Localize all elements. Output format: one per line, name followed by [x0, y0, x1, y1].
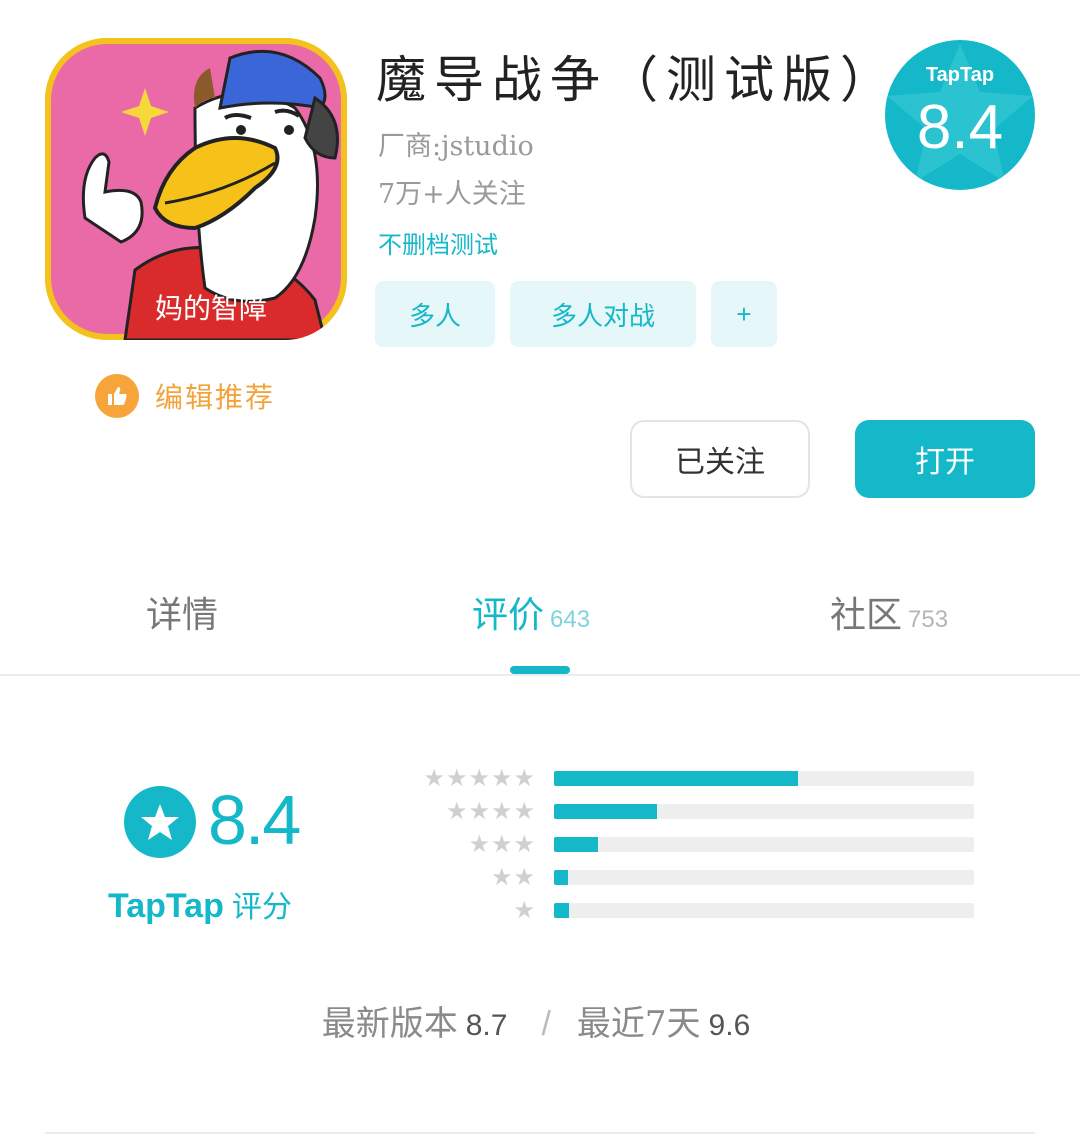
rating-row: ★★★★ — [400, 797, 980, 830]
followers-count: 7万+人关注 — [378, 179, 526, 210]
editor-pick-label: 编辑推荐 — [155, 381, 276, 414]
rating-row-stars: ★ — [513, 896, 536, 924]
rating-row-bar — [554, 771, 974, 786]
tag-more-button[interactable]: + — [711, 281, 777, 347]
rating-row: ★★★★★ — [400, 764, 980, 797]
rating-row-stars: ★★ — [490, 863, 536, 891]
score-separator: / — [541, 1005, 551, 1043]
tag-multiplayer-pvp[interactable]: 多人对战 — [510, 281, 696, 347]
rating-row: ★★ — [400, 863, 980, 896]
rating-row: ★★★ — [400, 830, 980, 863]
rating-row-bar — [554, 870, 974, 885]
rating-row-bar-fill — [554, 804, 657, 819]
tab-reviews-count: 643 — [550, 606, 591, 633]
rating-row-bar — [554, 837, 974, 852]
rating-row-bar — [554, 903, 974, 918]
recent-7-days-score: 9.6 — [708, 1009, 751, 1042]
test-status-link[interactable]: 不删档测试 — [378, 225, 498, 260]
goose-avatar-illustration: 妈的智障 — [45, 38, 347, 340]
tab-reviews[interactable]: 评价 643 — [472, 586, 590, 638]
tab-community-label: 社区 — [830, 595, 903, 636]
tag-multiplayer[interactable]: 多人 — [375, 281, 495, 347]
taptap-rating-badge: TapTap 8.4 — [885, 40, 1035, 190]
vendor-label[interactable]: 厂商:jstudio — [378, 124, 534, 163]
icon-caption: 妈的智障 — [155, 292, 267, 325]
rating-row-bar — [554, 804, 974, 819]
rating-row-stars: ★★★★★ — [423, 764, 536, 792]
rating-row-bar-fill — [554, 837, 599, 852]
rating-distribution: ★★★★★ ★★★★ ★★★ ★★ ★ — [400, 764, 980, 929]
tab-community-count: 753 — [908, 606, 949, 633]
rating-score: 8.4 — [208, 781, 301, 859]
open-button[interactable]: 打开 — [855, 420, 1035, 498]
recent-scores: 最新版本 8.7 / 最近7天 9.6 — [0, 996, 1080, 1045]
app-icon: 妈的智障 — [45, 38, 347, 340]
rating-row-stars: ★★★ — [468, 830, 536, 858]
thumbs-up-icon — [95, 374, 139, 418]
rating-star-icon — [124, 786, 196, 858]
badge-score: 8.4 — [916, 93, 1004, 162]
latest-version-label: 最新版本 — [321, 1004, 458, 1044]
recent-7-days-label: 最近7天 — [576, 1004, 701, 1044]
tab-details-label: 详情 — [146, 595, 219, 636]
rating-row-bar-fill — [554, 870, 568, 885]
app-title: 魔导战争（测试版） — [376, 51, 898, 109]
tab-reviews-label: 评价 — [472, 595, 545, 636]
rating-row: ★ — [400, 896, 980, 929]
active-tab-indicator — [510, 666, 570, 674]
tab-bar: 详情 评价 643 社区 753 — [0, 560, 1080, 676]
rating-brand-name: TapTap — [108, 887, 224, 925]
latest-version-score: 8.7 — [465, 1009, 508, 1042]
section-divider — [45, 1132, 1035, 1134]
editor-pick: 编辑推荐 — [95, 374, 275, 418]
tab-community[interactable]: 社区 753 — [830, 586, 948, 638]
followed-button[interactable]: 已关注 — [630, 420, 810, 498]
rating-brand: TapTap 评分 — [108, 882, 292, 926]
rating-row-stars: ★★★★ — [445, 797, 536, 825]
tab-details[interactable]: 详情 — [146, 586, 218, 638]
badge-brand: TapTap — [925, 64, 995, 86]
rating-row-bar-fill — [554, 771, 798, 786]
rating-row-bar-fill — [554, 903, 570, 918]
rating-summary: 8.4 TapTap 评分 — [108, 780, 328, 930]
rating-brand-suffix: 评分 — [231, 890, 292, 925]
